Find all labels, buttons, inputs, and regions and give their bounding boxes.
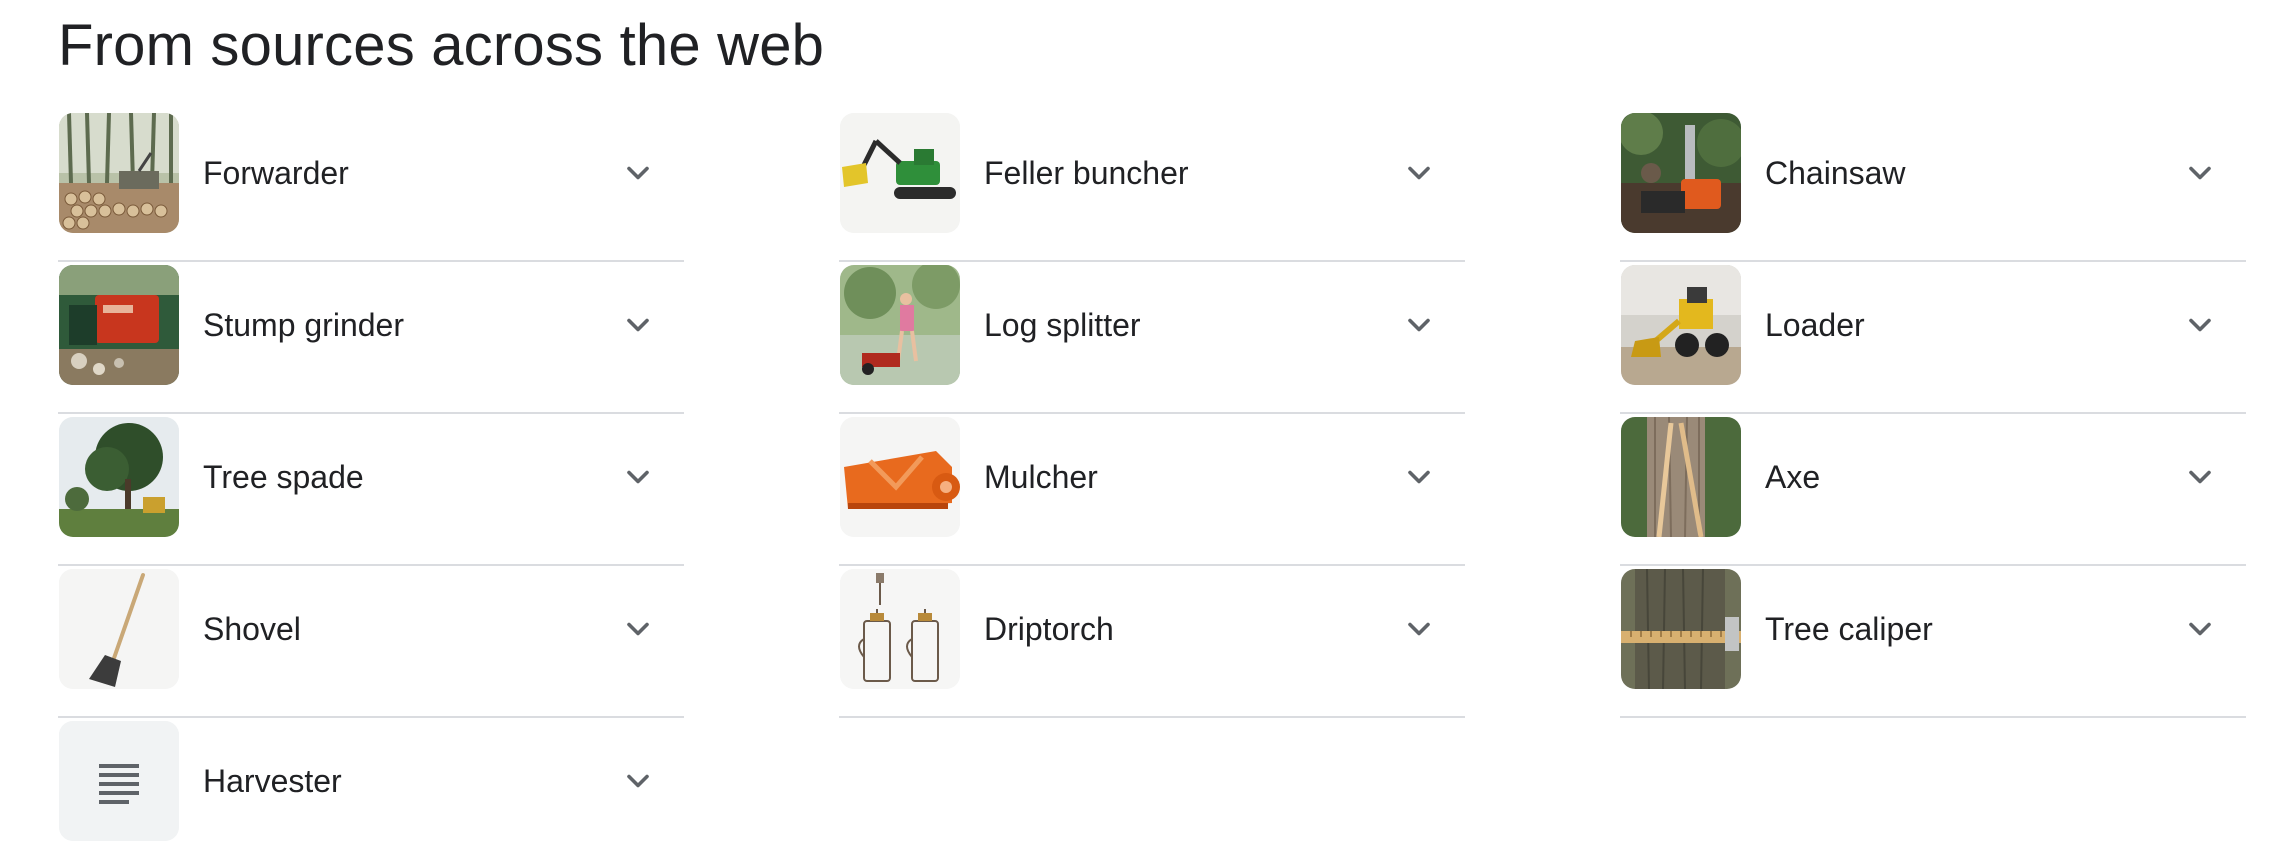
chevron-down-icon[interactable] bbox=[1401, 611, 1437, 647]
loader-thumbnail bbox=[1621, 265, 1741, 385]
axe-thumbnail bbox=[1621, 417, 1741, 537]
result-label: Chainsaw bbox=[1765, 155, 1906, 191]
chevron-down-icon[interactable] bbox=[2182, 611, 2218, 647]
result-item-mulcher[interactable]: Mulcher bbox=[839, 414, 1465, 566]
result-item-feller-buncher[interactable]: Feller buncher bbox=[839, 110, 1465, 262]
result-item-stump-grinder[interactable]: Stump grinder bbox=[58, 262, 684, 414]
chevron-down-icon[interactable] bbox=[620, 611, 656, 647]
driptorch-thumbnail bbox=[840, 569, 960, 689]
result-item-tree-caliper[interactable]: Tree caliper bbox=[1620, 566, 2246, 718]
result-label: Shovel bbox=[203, 611, 301, 647]
result-item-forwarder[interactable]: Forwarder bbox=[58, 110, 684, 262]
result-item-driptorch[interactable]: Driptorch bbox=[839, 566, 1465, 718]
chevron-down-icon[interactable] bbox=[620, 155, 656, 191]
results-column-1: Forwarder Stump grinder Tree spade Shove… bbox=[58, 110, 684, 858]
chevron-down-icon[interactable] bbox=[1401, 155, 1437, 191]
shovel-thumbnail bbox=[59, 569, 179, 689]
results-panel: From sources across the web Forwarder St… bbox=[0, 0, 2291, 858]
chevron-down-icon[interactable] bbox=[620, 307, 656, 343]
results-column-2: Feller buncher Log splitter Mulcher Drip… bbox=[839, 110, 1465, 718]
mulcher-thumbnail bbox=[840, 417, 960, 537]
result-item-harvester[interactable]: Harvester bbox=[58, 718, 684, 858]
document-lines-icon bbox=[59, 721, 179, 841]
result-label: Forwarder bbox=[203, 155, 349, 191]
stump-grinder-thumbnail bbox=[59, 265, 179, 385]
result-item-loader[interactable]: Loader bbox=[1620, 262, 2246, 414]
tree-spade-thumbnail bbox=[59, 417, 179, 537]
result-item-tree-spade[interactable]: Tree spade bbox=[58, 414, 684, 566]
result-label: Harvester bbox=[203, 763, 342, 799]
log-splitter-thumbnail bbox=[840, 265, 960, 385]
feller-buncher-thumbnail bbox=[840, 113, 960, 233]
result-label: Driptorch bbox=[984, 611, 1114, 647]
chevron-down-icon[interactable] bbox=[2182, 459, 2218, 495]
result-item-axe[interactable]: Axe bbox=[1620, 414, 2246, 566]
chevron-down-icon[interactable] bbox=[2182, 307, 2218, 343]
result-label: Log splitter bbox=[984, 307, 1141, 343]
chevron-down-icon[interactable] bbox=[620, 459, 656, 495]
result-item-log-splitter[interactable]: Log splitter bbox=[839, 262, 1465, 414]
result-label: Axe bbox=[1765, 459, 1821, 495]
result-label: Stump grinder bbox=[203, 307, 404, 343]
result-label: Loader bbox=[1765, 307, 1865, 343]
result-item-chainsaw[interactable]: Chainsaw bbox=[1620, 110, 2246, 262]
tree-caliper-thumbnail bbox=[1621, 569, 1741, 689]
result-label: Tree spade bbox=[203, 459, 364, 495]
result-label: Feller buncher bbox=[984, 155, 1189, 191]
chevron-down-icon[interactable] bbox=[620, 763, 656, 799]
results-column-3: Chainsaw Loader Axe Tree caliper bbox=[1620, 110, 2246, 718]
section-heading: From sources across the web bbox=[58, 13, 825, 78]
result-item-shovel[interactable]: Shovel bbox=[58, 566, 684, 718]
chainsaw-thumbnail bbox=[1621, 113, 1741, 233]
result-label: Tree caliper bbox=[1765, 611, 1933, 647]
result-label: Mulcher bbox=[984, 459, 1098, 495]
chevron-down-icon[interactable] bbox=[1401, 307, 1437, 343]
chevron-down-icon[interactable] bbox=[1401, 459, 1437, 495]
chevron-down-icon[interactable] bbox=[2182, 155, 2218, 191]
forwarder-thumbnail bbox=[59, 113, 179, 233]
